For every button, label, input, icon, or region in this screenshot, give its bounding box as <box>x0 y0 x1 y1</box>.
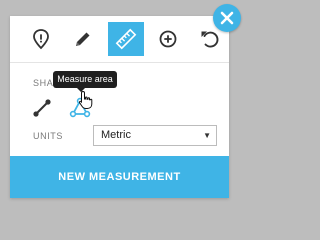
new-measurement-button[interactable]: NEW MEASUREMENT <box>10 156 229 198</box>
draw-tool-button[interactable] <box>65 22 101 56</box>
pencil-icon <box>76 32 90 46</box>
add-circle-icon <box>159 30 177 48</box>
ruler-icon <box>115 28 137 50</box>
dropdown-arrow-icon: ▼ <box>203 131 211 140</box>
add-tool-button[interactable] <box>150 22 186 56</box>
measure-tool-button[interactable] <box>108 22 144 56</box>
measure-area-tooltip: Measure area <box>53 71 117 88</box>
measure-panel: SHAPE Measure area UNITS Metric ▼ NEW ME… <box>10 16 229 198</box>
close-icon <box>220 11 234 25</box>
units-selected-value: Metric <box>101 129 131 141</box>
location-tool-button[interactable] <box>23 22 59 56</box>
line-measure-icon <box>33 99 51 117</box>
units-label: UNITS <box>33 131 63 141</box>
measure-toolbar <box>10 16 229 63</box>
location-pin-icon <box>33 29 49 50</box>
units-select[interactable]: Metric ▼ <box>93 125 217 146</box>
hand-pointer-icon <box>78 90 93 109</box>
measure-line-button[interactable] <box>30 96 54 120</box>
close-button[interactable] <box>213 4 241 32</box>
